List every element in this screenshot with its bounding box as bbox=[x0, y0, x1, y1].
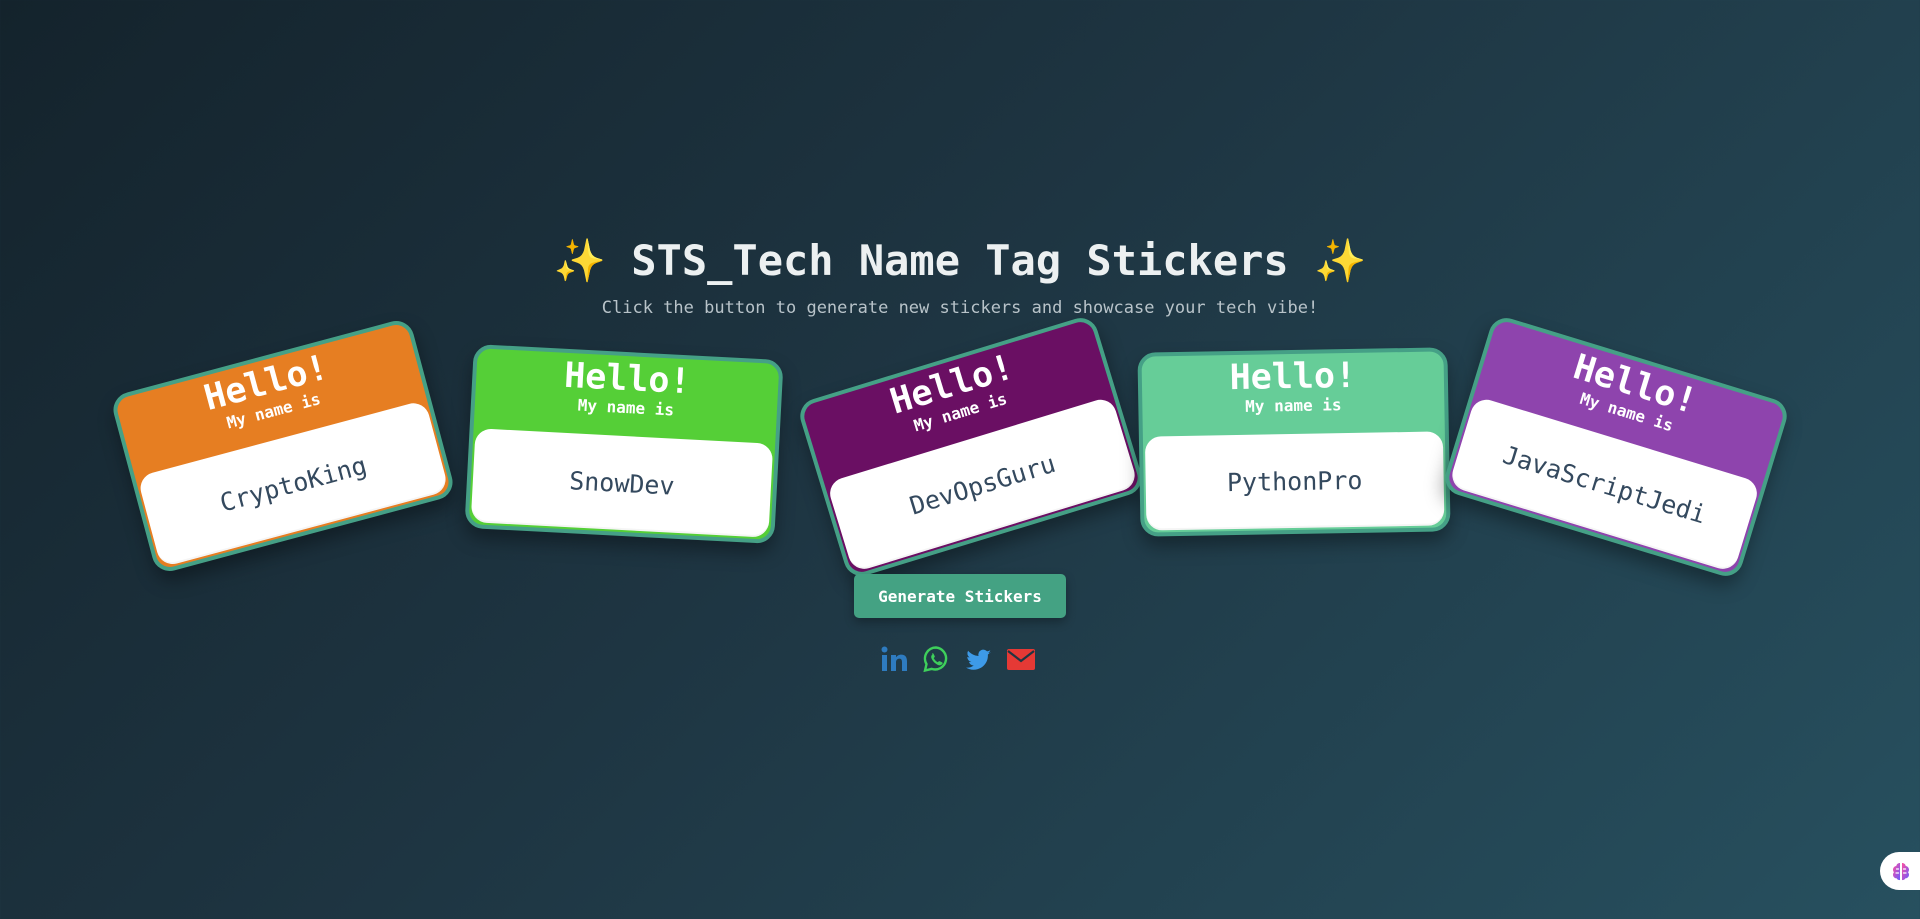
sticker-my-name-is: My name is bbox=[1245, 395, 1342, 416]
sticker-name: JavaScriptJedi bbox=[1499, 439, 1710, 529]
whatsapp-icon[interactable] bbox=[922, 644, 950, 674]
linkedin-icon[interactable] bbox=[880, 644, 908, 674]
sparkle-icon-left: ✨ bbox=[553, 236, 606, 285]
sticker-name: DevOpsGuru bbox=[906, 448, 1059, 521]
sticker-name: SnowDev bbox=[568, 465, 676, 501]
assistant-launcher[interactable] bbox=[1880, 852, 1920, 890]
sticker-name: CryptoKing bbox=[216, 450, 370, 518]
name-tag-sticker: Hello! My name is JavaScriptJedi bbox=[1440, 313, 1792, 581]
sticker-name-box: PythonPro bbox=[1144, 431, 1445, 531]
page-title-text: STS_Tech Name Tag Stickers bbox=[631, 236, 1289, 285]
twitter-icon[interactable] bbox=[964, 644, 992, 674]
page-subtitle: Click the button to generate new sticker… bbox=[601, 298, 1319, 318]
name-tag-sticker: Hello! My name is PythonPro bbox=[1137, 347, 1451, 537]
brain-icon bbox=[1893, 863, 1909, 881]
generate-stickers-button[interactable]: Generate Stickers bbox=[854, 574, 1066, 618]
sticker-name-box: SnowDev bbox=[470, 428, 774, 538]
social-share-bar bbox=[880, 644, 1036, 674]
page-title: ✨ STS_Tech Name Tag Stickers ✨ bbox=[0, 236, 1920, 286]
name-tag-sticker: Hello! My name is CryptoKing bbox=[109, 317, 457, 575]
name-tag-sticker: Hello! My name is SnowDev bbox=[464, 344, 784, 544]
sparkle-icon-right: ✨ bbox=[1314, 236, 1367, 285]
sticker-name: PythonPro bbox=[1226, 465, 1363, 497]
name-tag-sticker: Hello! My name is DevOpsGuru bbox=[795, 313, 1147, 581]
email-icon[interactable] bbox=[1006, 644, 1036, 674]
